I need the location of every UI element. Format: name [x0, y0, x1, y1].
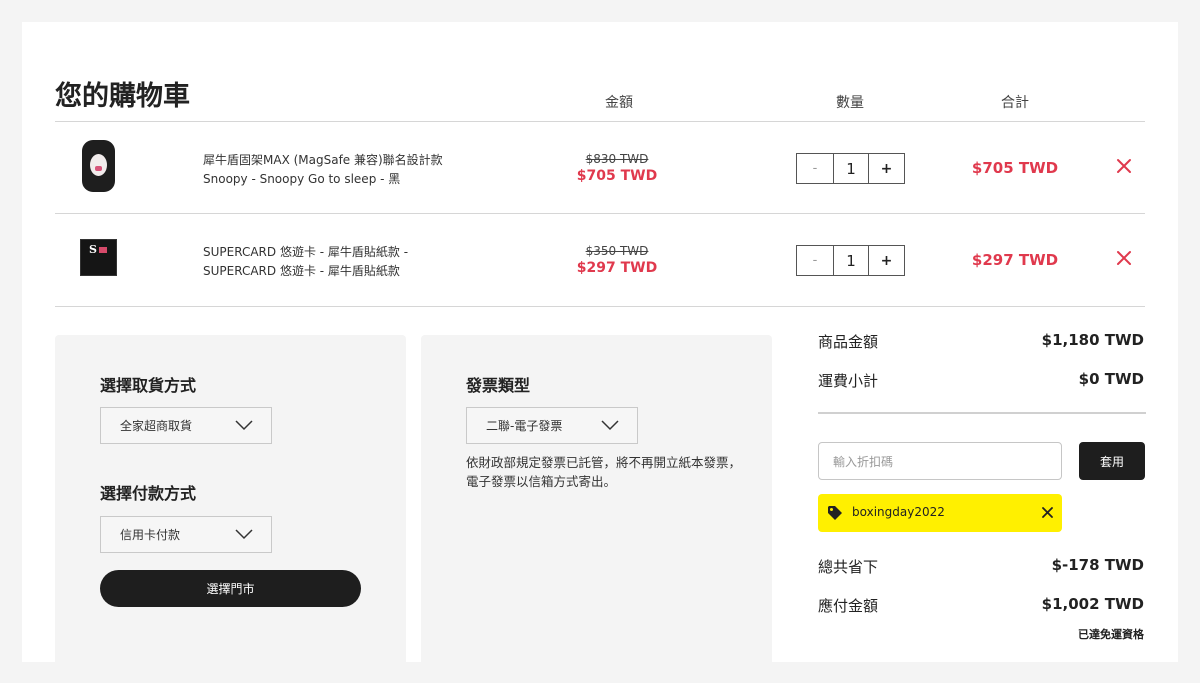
- divider: [55, 306, 1145, 307]
- total-savings-label: 總共省下: [818, 558, 879, 576]
- quantity-stepper: - 1 +: [796, 245, 905, 276]
- chevron-down-icon: [235, 420, 253, 431]
- shipping-panel: 選擇取貨方式 全家超商取貨 選擇付款方式 信用卡付款 選擇門市: [55, 335, 406, 662]
- original-price: $830 TWD: [585, 152, 649, 166]
- invoice-panel: 發票類型 二聯-電子發票 依財政部規定發票已託管，將不再開立紙本發票，電子發票以…: [421, 335, 772, 662]
- shipping-method-title: 選擇取貨方式: [100, 376, 197, 395]
- shipping-fee-value: $0 TWD: [1078, 370, 1144, 388]
- sale-price: $297 TWD: [576, 260, 658, 276]
- cart-item-row: 犀牛盾固架MAX (MagSafe 兼容)聯名設計款 Snoopy - Snoo…: [55, 122, 1145, 214]
- snoopy-phone-case-thumbnail[interactable]: [82, 140, 115, 192]
- coupon-code-input[interactable]: 輸入折扣碼: [818, 442, 1062, 480]
- select-store-button[interactable]: 選擇門市: [100, 570, 361, 607]
- apply-coupon-button[interactable]: 套用: [1079, 442, 1145, 480]
- product-name-line2: Snoopy - Snoopy Go to sleep - 黑: [203, 172, 401, 186]
- increase-quantity-button[interactable]: +: [869, 246, 904, 275]
- subtotal-column-header: 合計: [1001, 95, 1029, 111]
- price-column-header: 金額: [605, 95, 633, 111]
- product-name[interactable]: SUPERCARD 悠遊卡 - 犀牛盾貼紙款 - SUPERCARD 悠遊卡 -…: [203, 243, 503, 281]
- supercard-logo-text: S: [89, 243, 97, 256]
- page-title: 您的購物車: [55, 81, 190, 112]
- decrease-quantity-button[interactable]: -: [797, 246, 833, 275]
- applied-coupon-chip: boxingday2022: [818, 494, 1062, 532]
- chevron-down-icon: [235, 529, 253, 540]
- quantity-value[interactable]: 1: [833, 154, 869, 183]
- original-price: $350 TWD: [585, 244, 649, 258]
- item-subtotal: $297 TWD: [971, 251, 1059, 269]
- supercard-sticker-icon: [99, 247, 107, 253]
- amount-due-label: 應付金額: [818, 597, 879, 615]
- summary-divider: [818, 412, 1146, 414]
- sale-price: $705 TWD: [576, 168, 658, 184]
- invoice-type-value: 二聯-電子發票: [486, 419, 563, 433]
- shipping-fee-label: 運費小計: [818, 372, 879, 390]
- remove-coupon-icon[interactable]: [1041, 506, 1054, 519]
- items-amount-label: 商品金額: [818, 333, 879, 351]
- quantity-column-header: 數量: [836, 95, 864, 111]
- quantity-value[interactable]: 1: [833, 246, 869, 275]
- price-block: $830 TWD $705 TWD: [577, 152, 657, 184]
- quantity-stepper: - 1 +: [796, 153, 905, 184]
- shipping-method-value: 全家超商取貨: [120, 419, 193, 433]
- invoice-type-title: 發票類型: [466, 376, 531, 395]
- shipping-method-select[interactable]: 全家超商取貨: [100, 407, 272, 444]
- invoice-type-select[interactable]: 二聯-電子發票: [466, 407, 638, 444]
- items-amount-value: $1,180 TWD: [1041, 331, 1144, 349]
- price-block: $350 TWD $297 TWD: [577, 244, 657, 276]
- product-name-line1: SUPERCARD 悠遊卡 - 犀牛盾貼紙款 -: [203, 245, 409, 259]
- payment-method-value: 信用卡付款: [120, 528, 181, 542]
- remove-item-icon[interactable]: [1115, 157, 1133, 175]
- invoice-note: 依財政部規定發票已託管，將不再開立紙本發票，電子發票以信箱方式寄出。: [466, 455, 742, 489]
- product-name-line1: 犀牛盾固架MAX (MagSafe 兼容)聯名設計款: [203, 153, 443, 167]
- amount-due-value: $1,002 TWD: [1041, 595, 1144, 613]
- decrease-quantity-button[interactable]: -: [797, 154, 833, 183]
- remove-item-icon[interactable]: [1115, 249, 1133, 267]
- snoopy-artwork-icon: [90, 154, 107, 176]
- item-subtotal: $705 TWD: [971, 159, 1059, 177]
- free-shipping-note: 已達免運資格: [1078, 628, 1144, 641]
- increase-quantity-button[interactable]: +: [869, 154, 904, 183]
- supercard-thumbnail[interactable]: S: [80, 239, 117, 276]
- total-savings-value: $-178 TWD: [1051, 556, 1144, 574]
- cart-page: 您的購物車 金額 數量 合計 犀牛盾固架MAX (MagSafe 兼容)聯名設計…: [22, 22, 1178, 662]
- product-name-line2: SUPERCARD 悠遊卡 - 犀牛盾貼紙款: [203, 264, 400, 278]
- tag-icon: [828, 506, 842, 520]
- product-name[interactable]: 犀牛盾固架MAX (MagSafe 兼容)聯名設計款 Snoopy - Snoo…: [203, 151, 503, 189]
- cart-item-row: S SUPERCARD 悠遊卡 - 犀牛盾貼紙款 - SUPERCARD 悠遊卡…: [55, 214, 1145, 306]
- payment-method-title: 選擇付款方式: [100, 484, 197, 503]
- applied-coupon-code: boxingday2022: [852, 505, 945, 519]
- chevron-down-icon: [601, 420, 619, 431]
- payment-method-select[interactable]: 信用卡付款: [100, 516, 272, 553]
